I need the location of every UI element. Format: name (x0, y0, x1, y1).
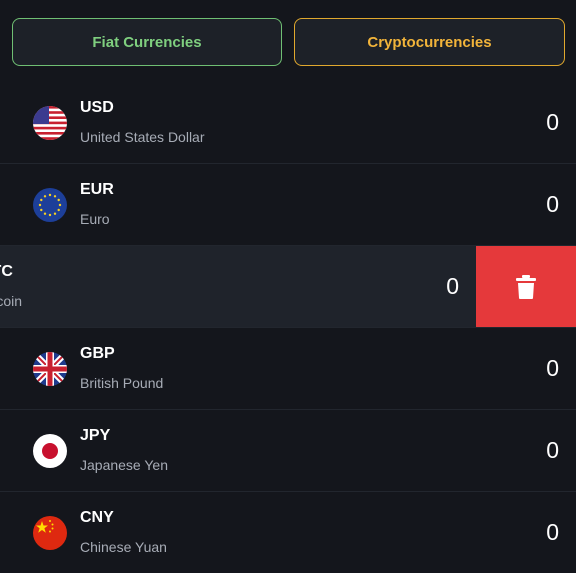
currency-name: Bitcoin (0, 293, 23, 309)
currency-amount: 0 (546, 109, 559, 135)
cn-flag-icon (33, 516, 67, 550)
currency-amount: 0 (546, 437, 559, 463)
row-content: CNY Chinese Yuan 0 (0, 492, 576, 573)
currency-row-btc[interactable]: BTC Bitcoin 0 (0, 246, 576, 328)
currency-amount: 0 (546, 519, 559, 545)
currency-code: BTC (0, 263, 13, 280)
currency-row-gbp[interactable]: GBP British Pound 0 (0, 328, 576, 410)
currency-screen: Fiat Currencies Cryptocurrencies USD Uni… (0, 0, 576, 573)
us-flag-icon (33, 106, 67, 140)
currency-name: United States Dollar (80, 129, 205, 145)
currency-row-jpy[interactable]: JPY Japanese Yen 0 (0, 410, 576, 492)
currency-name: Japanese Yen (80, 457, 168, 473)
currency-amount: 0 (446, 273, 459, 299)
row-content: EUR Euro 0 (0, 164, 576, 245)
row-content: BTC Bitcoin 0 (0, 246, 476, 327)
currency-row-usd[interactable]: USD United States Dollar 0 (0, 82, 576, 164)
currency-amount: 0 (546, 191, 559, 217)
currency-row-cny[interactable]: CNY Chinese Yuan 0 (0, 492, 576, 573)
currency-name: Euro (80, 211, 110, 227)
currency-code: EUR (80, 181, 114, 198)
currency-code: GBP (80, 345, 115, 362)
eu-flag-icon (33, 188, 67, 222)
jp-flag-icon (33, 434, 67, 468)
currency-code: USD (80, 99, 114, 116)
currency-name: British Pound (80, 375, 164, 391)
uk-flag-icon (33, 352, 67, 386)
currency-name: Chinese Yuan (80, 539, 167, 555)
currency-list: USD United States Dollar 0 EUR Euro 0 C … (0, 82, 576, 573)
trash-icon (516, 275, 536, 299)
delete-button[interactable] (476, 246, 576, 327)
tab-cryptocurrencies[interactable]: Cryptocurrencies (294, 18, 565, 66)
row-content: JPY Japanese Yen 0 (0, 410, 576, 491)
tab-fiat-currencies[interactable]: Fiat Currencies (12, 18, 282, 66)
currency-type-tabs: Fiat Currencies Cryptocurrencies (12, 18, 565, 66)
currency-code: CNY (80, 509, 114, 526)
currency-row-eur[interactable]: EUR Euro 0 (0, 164, 576, 246)
row-content: USD United States Dollar 0 (0, 82, 576, 163)
currency-code: JPY (80, 427, 111, 444)
currency-amount: 0 (546, 355, 559, 381)
row-content: GBP British Pound 0 (0, 328, 576, 409)
